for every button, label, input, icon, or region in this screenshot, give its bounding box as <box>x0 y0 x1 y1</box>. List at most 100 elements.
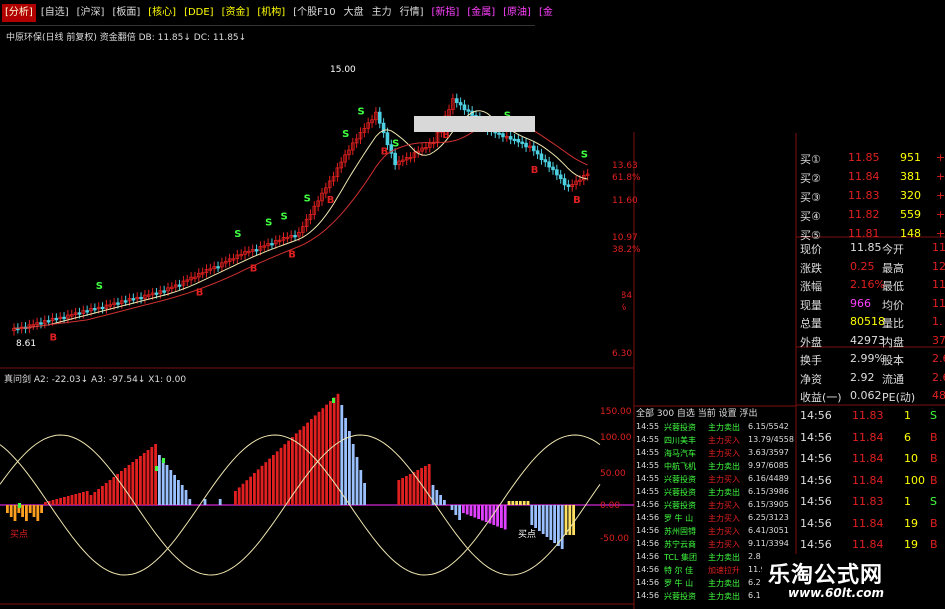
indicator-bar <box>188 499 192 505</box>
main-force-row[interactable]: 14:56 罗 牛 山 主力买入 6.25/3123 <box>636 513 796 524</box>
main-force-cell: 14:56 <box>636 591 660 600</box>
indicator-bar <box>154 444 157 505</box>
indicator-bar <box>435 490 439 505</box>
main-force-row[interactable]: 14:56 苏州固锝 主力买入 6.41/3051 <box>636 526 796 537</box>
sell-signal: S <box>581 149 588 160</box>
quote-cell: +3 <box>936 170 945 183</box>
toolbar-item[interactable]: [板面] <box>109 4 143 22</box>
quote-cell: S <box>930 495 937 508</box>
quote-cell: B <box>930 516 938 530</box>
candle-body <box>466 109 471 112</box>
indicator-bar <box>298 429 302 505</box>
main-force-cell: 主力卖出 <box>708 423 740 432</box>
indicator-bar <box>51 500 55 505</box>
indicator-bar <box>169 470 173 505</box>
quote-cell: 买③ <box>800 191 821 204</box>
main-force-row[interactable]: 14:55 兴蓉投资 主力买入 6.16/4489 <box>636 474 796 485</box>
main-force-cell: 主力买入 <box>708 449 740 458</box>
tick-list-tabs[interactable]: 全部 300 自选 当前 设置 浮出 <box>636 406 757 419</box>
bid-row: 买② 11.84 381 +3 <box>796 170 945 185</box>
quote-cell: 11.84 <box>852 430 884 444</box>
quote-cell: 现价 <box>800 243 822 256</box>
stat-row: 总量 80518 量比 1. <box>796 315 945 330</box>
toolbar-item[interactable]: [个股F10 <box>290 4 338 22</box>
candle-body <box>62 316 66 320</box>
quote-cell: 买① <box>800 153 821 166</box>
main-force-cell: 14:56 <box>636 539 660 548</box>
indicator-bar <box>545 505 549 537</box>
toolbar-item[interactable]: [分析] <box>2 3 36 22</box>
toolbar-item[interactable]: [沪深] <box>74 4 108 22</box>
indicator-bar <box>36 505 40 521</box>
indicator-bar <box>503 505 507 530</box>
candle-body <box>539 153 544 161</box>
main-force-row[interactable]: 14:55 兴蓉投资 主力卖出 6.15/5542 <box>636 422 796 433</box>
quote-cell: B <box>930 430 938 444</box>
main-force-row[interactable]: 14:55 中航飞机 主力卖出 9.97/6085 <box>636 461 796 472</box>
toolbar-item[interactable]: [金 <box>536 4 556 22</box>
indicator-bar <box>13 505 17 521</box>
indicator-bar <box>283 444 287 505</box>
stat-row: 涨幅 2.16%最低 11. <box>796 278 945 293</box>
indicator-bar <box>549 505 553 540</box>
indicator-marker <box>155 466 158 471</box>
main-force-cell: 6.2 <box>748 578 761 587</box>
indicator-bar <box>150 447 154 505</box>
toolbar-item[interactable]: 大盘 <box>341 4 367 22</box>
indicator-bar <box>63 497 66 505</box>
quote-cell: +3 <box>936 189 945 202</box>
quote-cell: B <box>930 473 938 487</box>
indicator-axis-label: 150.00 <box>600 407 632 417</box>
quote-cell: 11.83 <box>852 409 884 422</box>
indicator-bar <box>55 499 59 505</box>
toolbar-item[interactable]: [金属] <box>464 4 498 22</box>
quote-cell: 11.84 <box>848 170 880 183</box>
main-force-row[interactable]: 14:55 四川美丰 主力买入 13.79/4558 <box>636 435 796 446</box>
main-force-row[interactable]: 14:55 海马汽车 主力买入 3.63/3597 <box>636 448 796 459</box>
candle-body <box>139 296 143 300</box>
quote-cell: 11.83 <box>848 189 880 202</box>
toolbar-item[interactable]: [DDE] <box>181 4 217 22</box>
candle-body <box>154 292 159 295</box>
main-force-row[interactable]: 14:56 兴蓉投资 主力买入 6.15/3905 <box>636 500 796 511</box>
toolbar-item[interactable]: [核心] <box>145 4 179 22</box>
quote-cell: 14:56 <box>800 430 832 444</box>
main-force-cell: 2.8 <box>748 552 761 561</box>
main-force-cell: 14:56 <box>636 578 660 587</box>
price-axis-label: 11.60 <box>612 196 638 206</box>
indicator-bar <box>351 444 355 505</box>
candle-body <box>516 138 521 143</box>
indicator-bar <box>139 456 142 505</box>
indicator-bar <box>530 505 534 525</box>
main-force-cell: 主力卖出 <box>708 592 740 601</box>
toolbar-item[interactable]: [资金] <box>219 4 253 22</box>
stat-row: 换手 2.99%股本 2.69 <box>796 352 945 367</box>
high-price-label: 15.00 <box>330 65 356 75</box>
indicator-axis-label: 100.00 <box>600 433 632 443</box>
toolbar-item[interactable]: [新指] <box>429 4 463 22</box>
indicator-bar <box>481 505 484 521</box>
sell-signal: S <box>281 211 288 222</box>
toolbar-item[interactable]: 行情] <box>397 4 427 22</box>
toolbar-item[interactable]: 主力 <box>369 4 395 22</box>
toolbar-item[interactable]: [自选] <box>38 4 72 22</box>
indicator-bar <box>469 505 473 516</box>
toolbar-item[interactable]: [原油] <box>500 4 534 22</box>
bid-row: 买⑤11.81148+1 <box>796 227 945 242</box>
indicator-bar <box>112 477 116 505</box>
candle-body <box>524 142 528 148</box>
quote-cell: 14:56 <box>800 452 832 465</box>
main-force-cell: 14:56 <box>636 565 660 574</box>
main-force-row[interactable]: 14:55 兴蓉投资 主力卖出 6.15/3986 <box>636 487 796 498</box>
tick-row: 14:56 11.84 100 B <box>796 474 945 489</box>
quote-cell: S <box>930 409 937 422</box>
main-force-row[interactable]: 14:56 苏宁云商 主力买入 9.11/3394 <box>636 539 796 550</box>
indicator-bar <box>477 505 480 519</box>
quote-cell: +5 <box>936 208 945 221</box>
indicator-bar <box>78 493 81 505</box>
indicator-bar <box>123 468 127 505</box>
indicator-bar <box>329 401 332 505</box>
toolbar-item[interactable]: [机构] <box>254 4 288 22</box>
indicator-bar <box>511 501 515 505</box>
masked-area <box>322 281 622 327</box>
